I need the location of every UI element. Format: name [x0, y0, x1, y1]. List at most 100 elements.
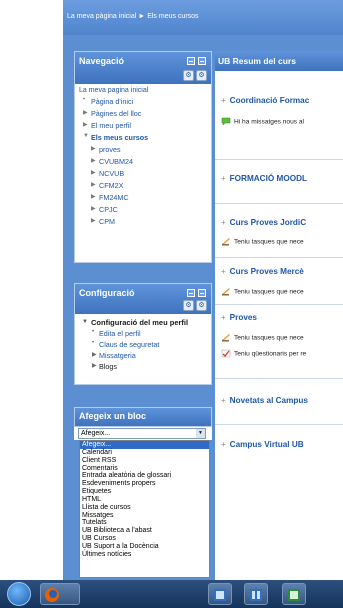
course-name: Curs Proves JordiC [229, 218, 307, 227]
nav-item[interactable]: • Pàgina d'inici [79, 97, 207, 106]
dropdown-option[interactable]: Missatges [80, 512, 209, 520]
taskbar-app-3[interactable] [282, 583, 306, 605]
course-notice[interactable]: Teniu tasques que nece [221, 237, 304, 246]
divider [215, 203, 343, 204]
nav-item[interactable]: ▶ CPJC [79, 205, 207, 214]
dropdown-option[interactable]: UB Suport a la Docència [80, 543, 209, 551]
nav-item-label: Pàgina d'inici [91, 97, 134, 106]
config-item-label: Claus de seguretat [99, 340, 160, 349]
nav-root-link[interactable]: La meva pagina inicial [79, 87, 207, 94]
expand-icon[interactable]: + [221, 440, 226, 449]
course-notice[interactable]: Teniu tasques que nece [221, 333, 304, 342]
nav-item[interactable]: ▶ CFM2X [79, 181, 207, 190]
course-link[interactable]: + Proves [221, 313, 257, 322]
expand-icon[interactable]: + [221, 267, 226, 276]
profile-settings-heading[interactable]: ▼ Configuració del meu perfil [79, 318, 207, 327]
course-name: Novetats al Campus [229, 396, 308, 405]
nav-item-label: Pàgines del lloc [91, 109, 142, 118]
config-item[interactable]: • Claus de seguretat [79, 340, 207, 349]
nav-item[interactable]: ▶ FM24MC [79, 193, 207, 202]
message-icon [221, 117, 231, 126]
collapsed-icon: ▶ [83, 110, 88, 116]
configuration-tree: • Edita el perfil • Claus de seguretat ▶ Miss… [79, 329, 207, 371]
nav-item[interactable]: ▶ NCVUB [79, 169, 207, 178]
add-block-select[interactable]: Afegeix... ▼ [78, 428, 206, 439]
course-notice[interactable]: Hi ha missatges nous al [221, 117, 304, 126]
collapsed-icon: ▶ [92, 363, 97, 369]
dropdown-option[interactable]: UB Cursos [80, 535, 209, 543]
collapsed-icon: ▶ [83, 122, 88, 128]
minimize-icon[interactable] [187, 57, 195, 65]
dropdown-option[interactable]: HTML [80, 496, 209, 504]
settings-icon[interactable]: ⚙ [196, 70, 207, 81]
dropdown-option[interactable]: Tutelats [80, 519, 209, 527]
course-link[interactable]: + Curs Proves JordiC [221, 218, 306, 227]
dropdown-option[interactable]: Calendari [80, 449, 209, 457]
dropdown-option[interactable]: Afegeix... [80, 441, 209, 449]
nav-item[interactable]: ▼ Els meus cursos [79, 133, 207, 142]
dropdown-option[interactable]: Client RSS [80, 457, 209, 465]
expand-icon[interactable]: + [221, 313, 226, 322]
expand-icon[interactable]: + [221, 96, 226, 105]
dropdown-option[interactable]: Etiquetes [80, 488, 209, 496]
config-item[interactable]: • Edita el perfil [79, 329, 207, 338]
nav-item[interactable]: ▶ CVUBM24 [79, 157, 207, 166]
dropdown-option[interactable]: Llista de cursos [80, 504, 209, 512]
settings-icon[interactable]: ⚙ [196, 300, 207, 311]
move-icon[interactable]: ⚙ [183, 70, 194, 81]
divider [215, 304, 343, 305]
dropdown-option[interactable]: Entrada aleatòria de glossari [80, 472, 209, 480]
minimize-icon[interactable] [187, 289, 195, 297]
nav-item[interactable]: ▶ El meu perfil [79, 121, 207, 130]
nav-item-label: El meu perfil [91, 121, 131, 130]
divider [215, 257, 343, 258]
course-notice[interactable]: Teniu tasques que nece [221, 287, 304, 296]
course-link[interactable]: + Novetats al Campus [221, 396, 308, 405]
breadcrumb-home[interactable]: La meva pàgina inicial [67, 13, 136, 20]
browser-page: La meva pàgina inicial ► Els meus cursos N… [0, 0, 343, 608]
configuration-block-header: Configuració ⚙ ⚙ [75, 284, 211, 314]
move-icon[interactable]: ⚙ [183, 300, 194, 311]
dock-icon[interactable] [198, 289, 206, 297]
add-block-dropdown-list: Afegeix... Calendari Client RSS Comentaris E… [79, 440, 210, 578]
spreadsheet-app-icon [288, 589, 300, 601]
nav-item[interactable]: ▶ proves [79, 145, 207, 154]
collapsed-icon: ▶ [92, 352, 97, 358]
expand-icon[interactable]: + [221, 218, 226, 227]
course-name: FORMACIÓ MOODL [229, 174, 307, 183]
config-item[interactable]: ▶ Missatgeria [79, 351, 207, 360]
course-name: Coordinació Formac [229, 96, 310, 105]
taskbar-app-2[interactable] [244, 583, 268, 605]
expand-icon[interactable]: + [221, 396, 226, 405]
course-name: Proves [229, 313, 257, 322]
course-link[interactable]: + Curs Proves Mercè [221, 267, 304, 276]
dock-icon[interactable] [198, 57, 206, 65]
course-notice[interactable]: Teniu qüestionaris per re [221, 349, 306, 358]
dropdown-option[interactable]: Esdeveniments propers [80, 480, 209, 488]
chevron-down-icon[interactable]: ▼ [196, 429, 205, 438]
collapsed-icon: ▶ [91, 146, 96, 152]
config-item[interactable]: ▶ Blogs [79, 362, 207, 371]
bullet-icon: • [92, 329, 95, 335]
dropdown-option[interactable]: Últimes notícies [80, 551, 209, 559]
course-link[interactable]: + Campus Virtual UB [221, 440, 304, 449]
start-button-icon[interactable] [7, 582, 31, 606]
course-link[interactable]: + FORMACIÓ MOODL [221, 174, 307, 183]
dropdown-option[interactable]: Comentaris [80, 465, 209, 473]
configuration-body: ▼ Configuració del meu perfil • Edita el p… [75, 314, 211, 375]
bullet-icon: • [83, 97, 86, 103]
nav-item[interactable]: ▶ Pàgines del lloc [79, 109, 207, 118]
nav-item[interactable]: ▶ CPM [79, 217, 207, 226]
taskbar [0, 580, 343, 608]
course-overview-block: UB Resum del curs + Coordinació Formac Hi … [215, 51, 343, 580]
course-link[interactable]: + Coordinació Formac [221, 96, 309, 105]
taskbar-app-1[interactable] [208, 583, 232, 605]
nav-item-label: NCVUB [99, 169, 125, 178]
dropdown-option[interactable]: UB Biblioteca a l'abast [80, 527, 209, 535]
quiz-icon [221, 349, 231, 358]
course-overview-title: UB Resum del curs [218, 56, 296, 66]
expand-icon[interactable]: + [221, 174, 226, 183]
taskbar-firefox[interactable] [40, 583, 80, 605]
breadcrumb-current[interactable]: Els meus cursos [147, 13, 198, 20]
collapsed-icon: ▶ [91, 194, 96, 200]
